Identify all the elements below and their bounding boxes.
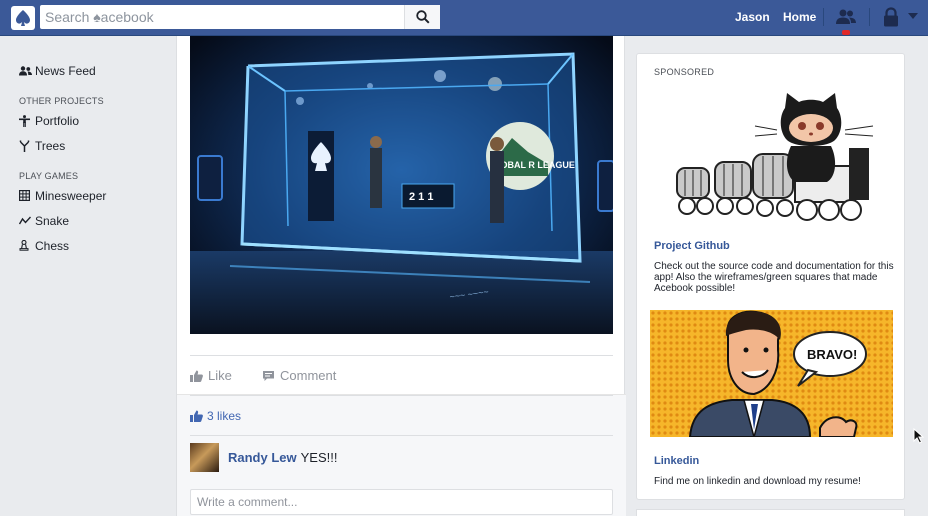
speech-bubble-text: BRAVO! (807, 347, 857, 362)
avatar[interactable] (190, 443, 219, 472)
ad-title-github[interactable]: Project Github (654, 240, 730, 252)
ad-text-github: Check out the source code and documentat… (654, 261, 894, 294)
post-photo[interactable]: LOBAL R LEAGUE 2 1 1 ~~~ ~~~~ (190, 36, 613, 334)
chess-pawn-icon (19, 240, 35, 251)
linkedin-comic-image[interactable]: BRAVO! (650, 310, 893, 437)
profile-link[interactable]: Jason (735, 10, 770, 24)
sidebar-item-trees[interactable]: Trees (19, 133, 169, 158)
likes-count: 3 likes (207, 409, 242, 423)
comment-label: Comment (280, 368, 337, 383)
like-label: Like (208, 368, 232, 383)
sign-text: LOBAL R LEAGUE (495, 160, 575, 170)
sponsored-label: SPONSORED (654, 67, 715, 77)
caret-down-icon[interactable] (908, 13, 918, 19)
comment-icon (263, 370, 274, 381)
spade-logo-icon[interactable] (11, 6, 35, 30)
divider (190, 395, 613, 396)
comment-button[interactable]: Comment (262, 368, 336, 383)
ad-text-linkedin: Find me on linkedin and download my resu… (654, 476, 861, 487)
comment-author[interactable]: Randy Lew (228, 450, 297, 465)
sidebar-item-label: Trees (35, 138, 66, 153)
search-bar (40, 5, 440, 29)
left-navigation: News Feed OTHER PROJECTS Portfolio Trees… (19, 58, 169, 258)
sponsored-panel: SPONSORED Project Github Check out the s… (636, 53, 905, 500)
sidebar-item-snake[interactable]: Snake (19, 208, 169, 233)
like-button[interactable]: Like (190, 368, 232, 383)
top-navigation-bar: Jason Home (0, 0, 928, 36)
sidebar-item-label: News Feed (35, 63, 96, 78)
sidebar-item-minesweeper[interactable]: Minesweeper (19, 183, 169, 208)
person-icon (19, 114, 35, 127)
section-title-play-games: PLAY GAMES (19, 171, 79, 181)
comment: Randy Lew YES!!! (190, 443, 337, 472)
likes-summary[interactable]: 3 likes (190, 409, 241, 423)
thumbs-up-icon (190, 370, 203, 382)
section-title-other-projects: OTHER PROJECTS (19, 96, 104, 106)
sidebar-next-card (636, 509, 905, 516)
sidebar-item-chess[interactable]: Chess (19, 233, 169, 258)
notification-indicator (842, 30, 850, 35)
sidebar-item-news-feed[interactable]: News Feed (19, 58, 169, 83)
thumbs-up-icon (190, 410, 203, 422)
sidebar-item-portfolio[interactable]: Portfolio (19, 108, 169, 133)
divider (190, 435, 613, 436)
tree-icon (19, 140, 35, 152)
sidebar-item-label: Snake (35, 213, 70, 228)
lock-icon[interactable] (882, 7, 900, 27)
sidebar-item-label: Portfolio (35, 113, 80, 128)
home-link[interactable]: Home (783, 10, 816, 24)
snake-icon (19, 216, 35, 225)
ad-title-linkedin[interactable]: Linkedin (654, 455, 699, 467)
nav-divider (823, 8, 824, 26)
news-feed-icon (19, 65, 35, 76)
friends-icon[interactable] (835, 8, 857, 26)
divider (190, 355, 613, 356)
comment-input[interactable] (190, 489, 613, 515)
post-card: LOBAL R LEAGUE 2 1 1 ~~~ ~~~~ Like Comme… (176, 36, 626, 516)
nav-divider (869, 8, 870, 26)
sidebar-item-label: Chess (35, 238, 70, 253)
search-button[interactable] (404, 5, 440, 29)
post-activity: 3 likes Randy Lew YES!!! (177, 394, 626, 516)
search-input[interactable] (40, 5, 404, 29)
search-icon (415, 10, 430, 24)
grid-icon (19, 190, 35, 201)
comment-text: YES!!! (300, 450, 338, 465)
mouse-cursor-icon (913, 428, 924, 444)
sidebar-item-label: Minesweeper (35, 188, 107, 203)
github-octocat-image[interactable] (667, 88, 877, 228)
scoreboard-text: 2 1 1 (409, 191, 433, 203)
